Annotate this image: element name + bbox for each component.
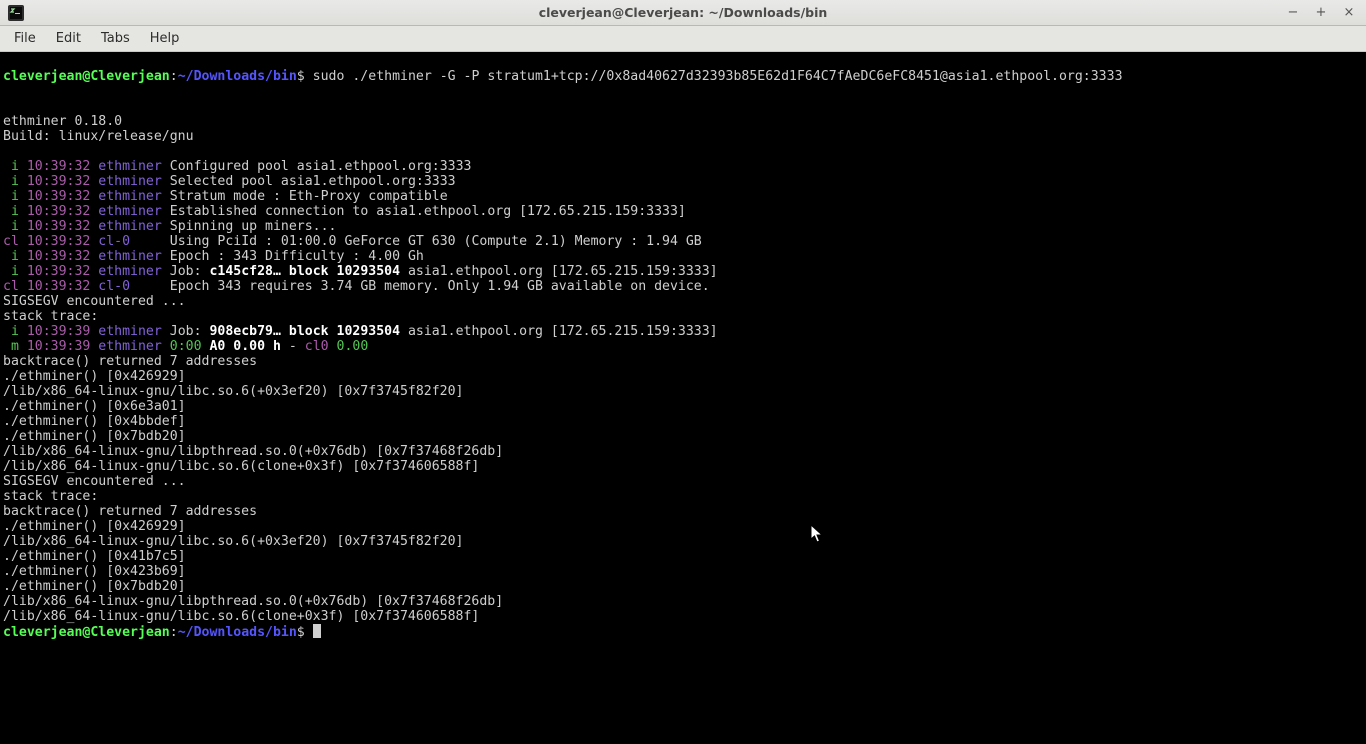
log-line: cl 10:39:32 cl-0 Using PciId : 01:00.0 G… (3, 234, 702, 249)
maximize-button[interactable]: + (1312, 4, 1330, 22)
prompt-cwd: ~/Downloads/bin (178, 625, 297, 640)
prompt-dollar: $ (297, 69, 313, 84)
prompt-cwd: ~/Downloads/bin (178, 69, 297, 84)
trace-line: /lib/x86_64-linux-gnu/libc.so.6(clone+0x… (3, 459, 479, 474)
menu-edit[interactable]: Edit (46, 28, 91, 49)
version-line: ethminer 0.18.0 (3, 114, 122, 129)
prompt-colon: : (170, 69, 178, 84)
minimize-button[interactable]: − (1284, 4, 1302, 22)
trace-line: /lib/x86_64-linux-gnu/libc.so.6(clone+0x… (3, 609, 479, 624)
trace-line: /lib/x86_64-linux-gnu/libc.so.6(+0x3ef20… (3, 384, 464, 399)
prompt-line: cleverjean@Cleverjean:~/Downloads/bin$ (3, 625, 321, 640)
trace-line: SIGSEGV encountered ... (3, 294, 186, 309)
trace-line: stack trace: (3, 309, 98, 324)
log-line: i 10:39:32 ethminer Epoch : 343 Difficul… (3, 249, 424, 264)
trace-line: backtrace() returned 7 addresses (3, 354, 257, 369)
log-line: i 10:39:32 ethminer Configured pool asia… (3, 159, 471, 174)
trace-line: ./ethminer() [0x6e3a01] (3, 399, 186, 414)
trace-line: ./ethminer() [0x423b69] (3, 564, 186, 579)
trace-line: /lib/x86_64-linux-gnu/libpthread.so.0(+0… (3, 594, 503, 609)
log-line: i 10:39:32 ethminer Spinning up miners..… (3, 219, 337, 234)
trace-line: ./ethminer() [0x7bdb20] (3, 579, 186, 594)
menu-help[interactable]: Help (140, 28, 190, 49)
trace-line: /lib/x86_64-linux-gnu/libpthread.so.0(+0… (3, 444, 503, 459)
log-line: cl 10:39:32 cl-0 Epoch 343 requires 3.74… (3, 279, 710, 294)
log-line: i 10:39:32 ethminer Job: c145cf28… block… (3, 264, 718, 279)
terminal-area[interactable]: cleverjean@Cleverjean:~/Downloads/bin$ s… (0, 52, 1366, 744)
trace-line: ./ethminer() [0x426929] (3, 519, 186, 534)
menu-file[interactable]: File (4, 28, 46, 49)
app-icon (7, 4, 25, 22)
log-line: i 10:39:32 ethminer Established connecti… (3, 204, 686, 219)
menu-tabs[interactable]: Tabs (91, 28, 140, 49)
blank-line (3, 99, 11, 114)
trace-line: SIGSEGV encountered ... (3, 474, 186, 489)
trace-line: stack trace: (3, 489, 98, 504)
trace-line: ./ethminer() [0x41b7c5] (3, 549, 186, 564)
trace-line: /lib/x86_64-linux-gnu/libc.so.6(+0x3ef20… (3, 534, 464, 549)
cursor-block (313, 624, 321, 638)
trace-line: ./ethminer() [0x7bdb20] (3, 429, 186, 444)
log-line: i 10:39:39 ethminer Job: 908ecb79… block… (3, 324, 718, 339)
prompt-line: cleverjean@Cleverjean:~/Downloads/bin$ s… (3, 69, 1123, 84)
menu-bar: File Edit Tabs Help (0, 26, 1366, 52)
prompt-dollar: $ (297, 625, 313, 640)
log-line: i 10:39:32 ethminer Stratum mode : Eth-P… (3, 189, 448, 204)
window-controls: − + × (1284, 4, 1366, 22)
prompt-userhost: cleverjean@Cleverjean (3, 69, 170, 84)
blank-line (3, 84, 11, 99)
build-line: Build: linux/release/gnu (3, 129, 194, 144)
log-line: m 10:39:39 ethminer 0:00 A0 0.00 h - cl0… (3, 339, 368, 354)
prompt-colon: : (170, 625, 178, 640)
trace-line: ./ethminer() [0x4bbdef] (3, 414, 186, 429)
trace-line: backtrace() returned 7 addresses (3, 504, 257, 519)
trace-line: ./ethminer() [0x426929] (3, 369, 186, 384)
log-line: i 10:39:32 ethminer Selected pool asia1.… (3, 174, 456, 189)
title-bar: cleverjean@Cleverjean: ~/Downloads/bin −… (0, 0, 1366, 26)
blank-line (3, 144, 11, 159)
command-text: sudo ./ethminer -G -P stratum1+tcp://0x8… (313, 69, 1123, 84)
window-title: cleverjean@Cleverjean: ~/Downloads/bin (0, 5, 1366, 20)
prompt-userhost: cleverjean@Cleverjean (3, 625, 170, 640)
close-button[interactable]: × (1340, 4, 1358, 22)
